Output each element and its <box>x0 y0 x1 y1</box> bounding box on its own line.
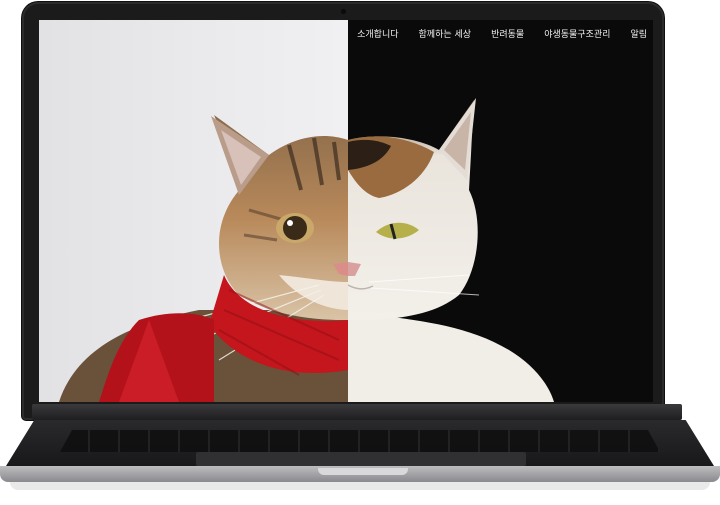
website-screen: 소개합니다 함께하는 세상 반려동물 야생동물구조관리 알림 <box>39 20 653 402</box>
tabby-cat-half <box>59 115 348 402</box>
nav-item-notices[interactable]: 알림 <box>620 27 653 40</box>
laptop-bottom <box>10 482 710 490</box>
laptop-hinge <box>32 404 682 420</box>
keyboard-keys <box>60 430 660 452</box>
laptop-lid-notch <box>318 468 408 475</box>
nav-item-companion-animals[interactable]: 반려동물 <box>481 27 534 40</box>
nav-item-together[interactable]: 함께하는 세상 <box>409 27 482 40</box>
calico-cat-half <box>348 98 554 402</box>
nav-item-wildlife-rescue[interactable]: 야생동물구조관리 <box>534 27 620 40</box>
laptop-trackpad <box>196 452 526 466</box>
webcam-icon <box>341 9 346 14</box>
laptop-mockup: 소개합니다 함께하는 세상 반려동물 야생동물구조관리 알림 <box>0 0 720 505</box>
top-navigation: 소개합니다 함께하는 세상 반려동물 야생동물구조관리 알림 <box>347 20 653 46</box>
nav-item-about[interactable]: 소개합니다 <box>347 27 408 40</box>
hero-cat-image <box>59 98 554 402</box>
